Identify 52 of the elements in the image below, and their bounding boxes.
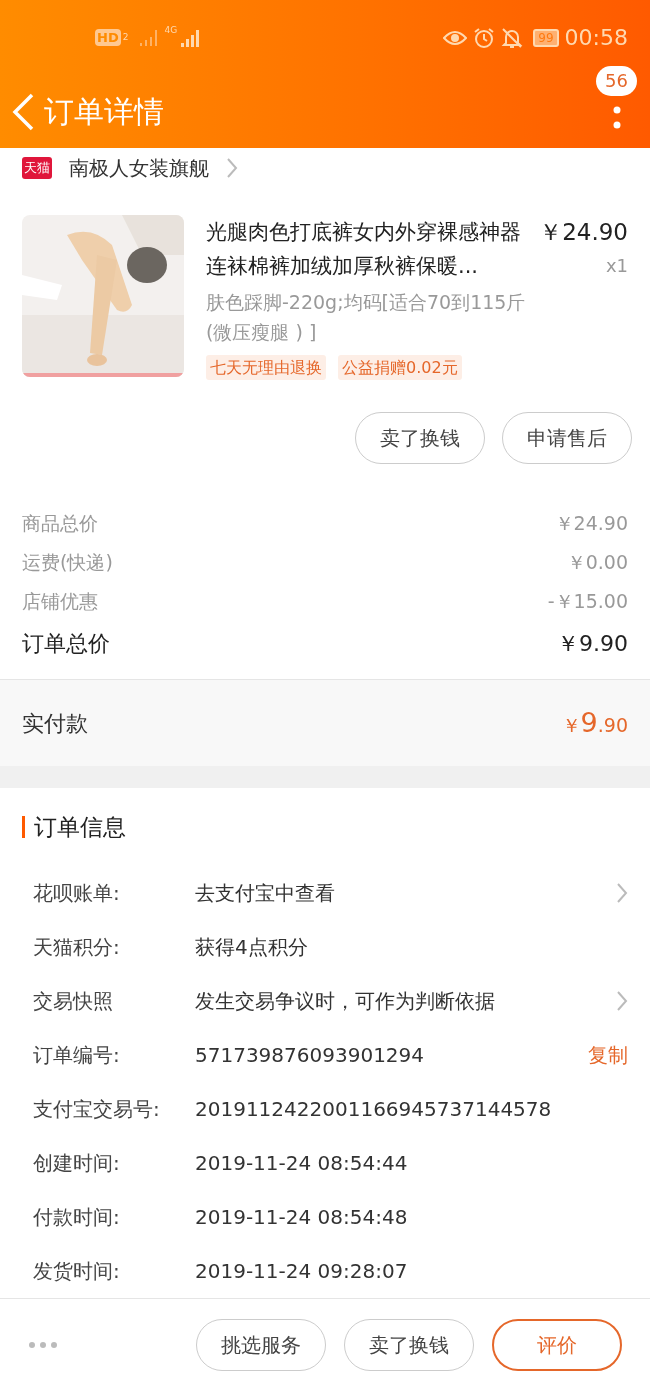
tmall-badge: 天猫	[22, 157, 52, 179]
section-title: 订单信息	[34, 812, 126, 842]
product-quantity: x1	[605, 254, 628, 278]
total-label: 订单总价	[22, 629, 110, 658]
info-value: 获得4点积分	[195, 934, 309, 961]
product-sku: 肤色踩脚-220g;均码[适合70到115斤(微压瘦腿 ) ]	[206, 290, 527, 345]
product-title[interactable]: 光腿肉色打底裤女内外穿裸感神器连袜棉裤加绒加厚秋裤保暖...	[206, 215, 538, 283]
hd-indicator: HD	[95, 29, 121, 46]
more-icon[interactable]	[28, 1340, 58, 1349]
summary-label: 运费(快递)	[22, 550, 113, 576]
chevron-right-icon	[226, 157, 238, 179]
info-value: 2019-11-24 09:28:07	[195, 1258, 409, 1285]
info-label: 支付宝交易号:	[33, 1096, 161, 1123]
paid-amount: ￥9.90	[561, 705, 628, 740]
network-indicator: 4G	[164, 24, 178, 37]
summary-value: ￥0.00	[566, 550, 628, 576]
alarm-icon	[473, 26, 496, 49]
info-value: 2019112422001166945737144578	[195, 1096, 553, 1123]
back-icon[interactable]	[10, 91, 36, 132]
sim-indicator: 2	[122, 30, 129, 44]
info-value[interactable]: 去支付宝中查看	[195, 878, 616, 908]
store-name[interactable]: 南极人女装旗舰	[69, 153, 209, 183]
info-label: 创建时间:	[33, 1150, 121, 1177]
product-price: ￥24.90	[539, 218, 628, 247]
info-label: 交易快照	[33, 988, 114, 1015]
eye-icon	[443, 28, 468, 47]
info-value: 2019-11-24 08:54:48	[195, 1204, 409, 1231]
notification-badge: 56	[596, 65, 637, 96]
page-title: 订单详情	[44, 93, 164, 131]
info-value: 2019-11-24 08:54:44	[195, 1150, 409, 1177]
battery-indicator: 99	[533, 28, 559, 47]
status-time: 00:58	[564, 24, 628, 52]
bell-off-icon	[501, 26, 524, 49]
total-value: ￥9.90	[557, 629, 628, 658]
summary-value: ￥24.90	[554, 511, 628, 537]
info-label: 花呗账单:	[33, 880, 121, 907]
info-value: 571739876093901294	[195, 1042, 426, 1069]
summary-label: 店铺优惠	[22, 589, 98, 615]
service-tag: 七天无理由退换	[206, 355, 326, 380]
info-label: 付款时间:	[33, 1204, 121, 1231]
signal-icon	[138, 27, 159, 48]
info-label: 天猫积分:	[33, 934, 121, 961]
service-tag: 公益捐赠0.02元	[338, 355, 462, 380]
summary-label: 商品总价	[22, 511, 98, 537]
paid-label: 实付款	[22, 709, 88, 738]
info-label: 发货时间:	[33, 1258, 121, 1285]
info-value[interactable]: 发生交易争议时，可作为判断依据	[195, 986, 616, 1016]
more-icon[interactable]	[613, 105, 621, 130]
chevron-right-icon	[616, 882, 628, 904]
chevron-right-icon	[616, 990, 628, 1012]
summary-value: -￥15.00	[547, 589, 628, 615]
info-label: 订单编号:	[33, 1042, 121, 1069]
